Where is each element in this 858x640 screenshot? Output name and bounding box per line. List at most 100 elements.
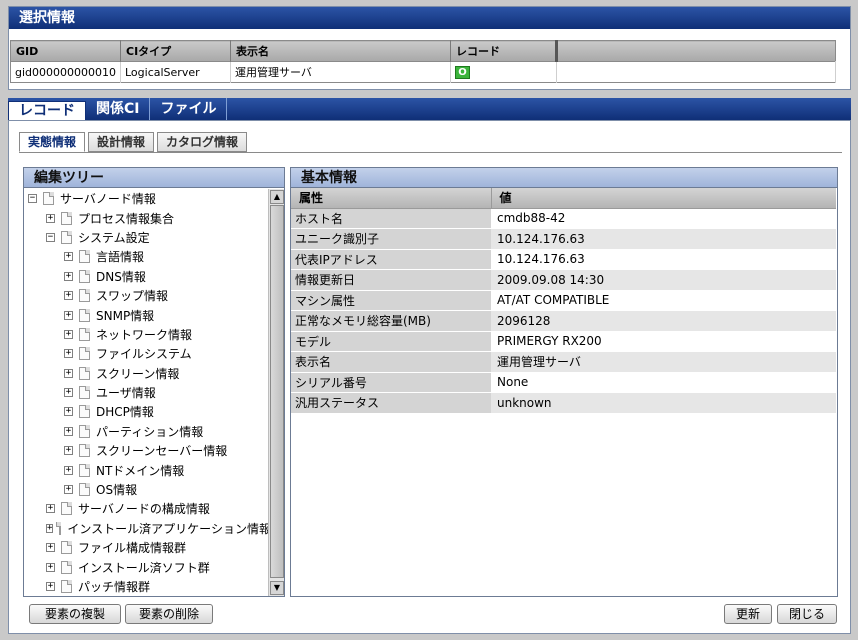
document-icon (61, 560, 72, 574)
collapse-icon[interactable]: − (46, 232, 55, 242)
expand-icon[interactable]: + (64, 407, 73, 417)
expand-icon[interactable]: + (64, 252, 73, 262)
tree-item[interactable]: + DHCP情報 (24, 402, 268, 421)
main-tab-bar: レコード 関係CI ファイル (8, 98, 851, 120)
expand-icon[interactable]: + (64, 310, 73, 320)
tree-item[interactable]: − システム設定 (24, 228, 268, 247)
tab-record[interactable]: レコード (8, 101, 86, 120)
tree-item[interactable]: + SNMP情報 (24, 305, 268, 324)
info-row: ユニーク識別子 10.124.176.63 (291, 228, 836, 250)
tree-item[interactable]: + ネットワーク情報 (24, 325, 268, 344)
document-icon (79, 250, 90, 264)
tree-item-label: ファイル構成情報群 (78, 541, 187, 556)
scroll-up-icon[interactable]: ▲ (270, 190, 284, 204)
tree-item-label: サーバノードの構成情報 (78, 502, 210, 517)
info-attribute: 正常なメモリ総容量(MB) (291, 310, 491, 332)
info-value: None (491, 372, 836, 393)
collapse-icon[interactable]: − (28, 194, 37, 204)
tree-item[interactable]: + パーティション情報 (24, 422, 268, 441)
tree-item-label: パッチ情報群 (78, 580, 151, 594)
cell-record[interactable]: O (450, 61, 557, 83)
info-row: 汎用ステータス unknown (291, 392, 836, 414)
expand-icon[interactable]: + (46, 523, 54, 533)
tree-item[interactable]: + スクリーン情報 (24, 364, 268, 383)
tree-item[interactable]: − サーバノード情報 (24, 189, 268, 208)
cell-display-name: 運用管理サーバ (230, 61, 451, 83)
document-icon (61, 211, 72, 225)
tree-item[interactable]: + インストール済アプリケーション情報 (24, 519, 268, 538)
expand-icon[interactable]: + (64, 271, 73, 281)
delete-element-button[interactable]: 要素の削除 (125, 604, 213, 624)
expand-icon[interactable]: + (46, 504, 55, 514)
expand-icon[interactable]: + (64, 349, 73, 359)
info-value: AT/AT COMPATIBLE (491, 290, 836, 311)
record-icon[interactable]: O (455, 66, 470, 79)
selection-table-header: GID CIタイプ 表示名 レコード (10, 40, 836, 62)
expand-icon[interactable]: + (64, 465, 73, 475)
tree-item[interactable]: + ファイルシステム (24, 344, 268, 363)
info-row: 表示名 運用管理サーバ (291, 351, 836, 373)
tab-file[interactable]: ファイル (150, 98, 228, 120)
expand-icon[interactable]: + (46, 213, 55, 223)
tree-item[interactable]: + スクリーンセーバー情報 (24, 441, 268, 460)
document-icon (43, 192, 54, 206)
duplicate-element-button[interactable]: 要素の複製 (29, 604, 121, 624)
scroll-down-icon[interactable]: ▼ (270, 581, 284, 595)
tree-item[interactable]: + スワップ情報 (24, 286, 268, 305)
expand-icon[interactable]: + (46, 582, 55, 591)
tree-item[interactable]: + OS情報 (24, 480, 268, 499)
tree-item-label: スクリーン情報 (96, 366, 180, 381)
expand-icon[interactable]: + (64, 426, 73, 436)
tree-item-label: NTドメイン情報 (96, 463, 185, 478)
document-icon (79, 269, 90, 283)
document-icon (79, 308, 90, 322)
tree-item[interactable]: + ファイル構成情報群 (24, 538, 268, 557)
expand-icon[interactable]: + (64, 291, 73, 301)
document-icon (79, 463, 90, 477)
selection-row[interactable]: gid000000000010 LogicalServer 運用管理サーバ O (10, 61, 836, 83)
tree-item-label: インストール済ソフト群 (78, 560, 210, 575)
info-row: 情報更新日 2009.09.08 14:30 (291, 269, 836, 291)
subtab-catalog-info[interactable]: カタログ情報 (157, 132, 248, 152)
tree-item-label: インストール済アプリケーション情報 (67, 521, 268, 536)
subtab-design-info[interactable]: 設計情報 (88, 132, 155, 152)
info-attribute: 汎用ステータス (291, 392, 491, 414)
tree-item[interactable]: + パッチ情報群 (24, 577, 268, 596)
info-attribute: ホスト名 (291, 208, 491, 229)
basic-info-pane: 基本情報 属性 値 ホスト名 cmdb88-42 ユニーク識別子 10.124.176… (290, 167, 838, 597)
expand-icon[interactable]: + (46, 562, 55, 572)
refresh-button[interactable]: 更新 (724, 604, 772, 624)
main-body: 実態情報 設計情報 カタログ情報 編集ツリー − サーバノード情報 + プロセス情報集… (8, 120, 851, 634)
tree-item-label: OS情報 (96, 483, 138, 498)
expand-icon[interactable]: + (64, 388, 73, 398)
close-button[interactable]: 閉じる (777, 604, 837, 624)
tree-scrollbar[interactable]: ▲ ▼ (268, 189, 284, 596)
tree-item-label: サーバノード情報 (60, 192, 156, 207)
tree-item[interactable]: + インストール済ソフト群 (24, 557, 268, 576)
tree-item[interactable]: + ユーザ情報 (24, 383, 268, 402)
scroll-thumb[interactable] (270, 205, 284, 578)
tree-item-label: パーティション情報 (96, 424, 204, 439)
tree-item[interactable]: + プロセス情報集合 (24, 208, 268, 227)
expand-icon[interactable]: + (64, 329, 73, 339)
subtab-actual-info[interactable]: 実態情報 (19, 132, 86, 152)
expand-icon[interactable]: + (46, 543, 55, 553)
column-record: レコード (450, 40, 558, 62)
document-icon (61, 580, 72, 593)
expand-icon[interactable]: + (64, 485, 73, 495)
tree-item-label: 言語情報 (96, 250, 145, 265)
info-value: PRIMERGY RX200 (491, 331, 836, 352)
tree-item[interactable]: + NTドメイン情報 (24, 460, 268, 479)
info-row: シリアル番号 None (291, 372, 836, 393)
edit-tree-list: − サーバノード情報 + プロセス情報集合 − システム設定 + 言語情報 + DNS情報 + スワッ… (24, 189, 268, 596)
document-icon (79, 483, 90, 497)
header-attribute: 属性 (291, 188, 492, 209)
edit-tree-pane: 編集ツリー − サーバノード情報 + プロセス情報集合 − システム設定 + 言語情報 + DNS… (23, 167, 285, 597)
expand-icon[interactable]: + (64, 368, 73, 378)
expand-icon[interactable]: + (64, 446, 73, 456)
tree-item[interactable]: + 言語情報 (24, 247, 268, 266)
tree-item[interactable]: + DNS情報 (24, 267, 268, 286)
tab-related-ci[interactable]: 関係CI (86, 98, 151, 120)
info-attribute: 代表IPアドレス (291, 249, 491, 270)
tree-item[interactable]: + サーバノードの構成情報 (24, 499, 268, 518)
